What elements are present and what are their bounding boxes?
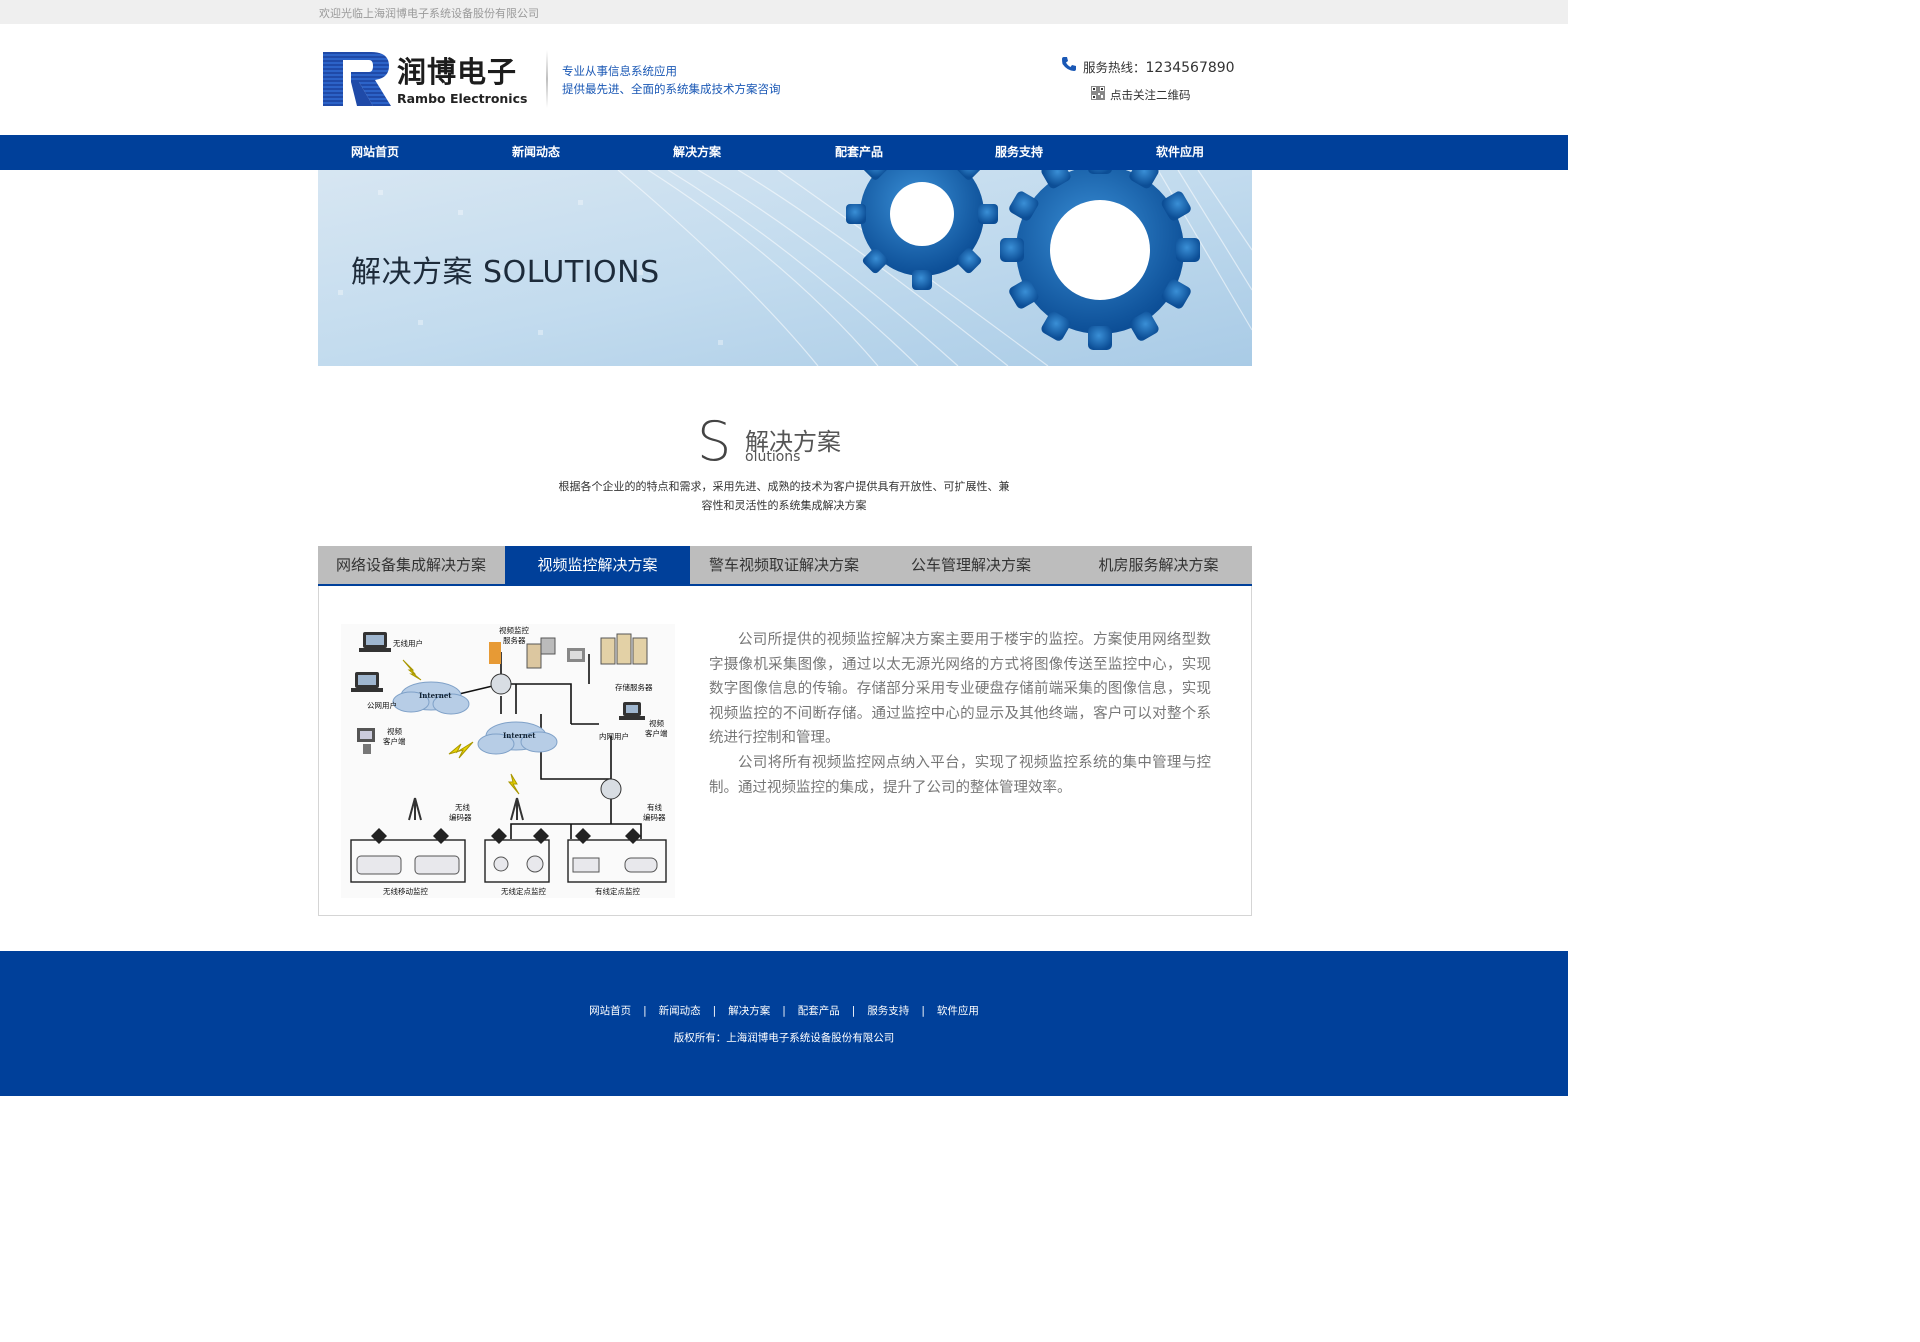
- tab-network-integration[interactable]: 网络设备集成解决方案: [318, 546, 504, 584]
- nav-item-software[interactable]: 软件应用: [1156, 135, 1204, 170]
- diagram-video-client-l1: 视频: [387, 726, 402, 736]
- footer-link-home[interactable]: 网站首页: [589, 1003, 631, 1018]
- header: 润博电子 Rambo Electronics 专业从事信息系统应用 提供最先进、…: [0, 24, 1568, 135]
- top-bar: 欢迎光临上海润博电子系统设备股份有限公司: [0, 0, 1568, 24]
- diagram-wireless-mobile: 无线移动监控: [383, 886, 428, 896]
- tab-police-car-video[interactable]: 警车视频取证解决方案: [691, 546, 877, 584]
- diagram-video-server-l2: 服务器: [503, 635, 526, 645]
- diagram-wireless-encoder-l2: 编码器: [449, 812, 472, 822]
- tab-content-panel: Internet Internet 无线用户 视频监控 服务器 存储服务器 公网…: [318, 586, 1252, 916]
- internet-label-2: Internet: [503, 731, 536, 740]
- tab-server-room[interactable]: 机房服务解决方案: [1065, 546, 1252, 584]
- welcome-text: 欢迎光临上海润博电子系统设备股份有限公司: [319, 7, 539, 20]
- header-divider: [546, 50, 548, 108]
- video-surveillance-diagram: Internet Internet 无线用户 视频监控 服务器 存储服务器 公网…: [341, 624, 675, 898]
- section-title-en: olutions: [745, 449, 801, 465]
- tab-video-surveillance[interactable]: 视频监控解决方案: [505, 546, 690, 584]
- footer-link-solutions[interactable]: 解决方案: [728, 1003, 770, 1018]
- diagram-wired-encoder-l2: 编码器: [643, 812, 666, 822]
- nav-item-solutions[interactable]: 解决方案: [673, 135, 721, 170]
- diagram-wireless-fixed: 无线定点监控: [501, 886, 546, 896]
- qr-follow-link[interactable]: 点击关注二维码: [1110, 87, 1191, 103]
- section-desc-line-2: 容性和灵活性的系统集成解决方案: [701, 499, 867, 512]
- tab-fleet-management[interactable]: 公车管理解决方案: [878, 546, 1064, 584]
- diagram-video-client-r-l2: 客户端: [645, 728, 668, 738]
- footer-separator: |: [643, 1005, 647, 1017]
- footer-link-support[interactable]: 服务支持: [867, 1003, 909, 1018]
- diagram-storage-server: 存储服务器: [615, 682, 653, 692]
- internet-label-1: Internet: [419, 691, 452, 700]
- nav-item-news[interactable]: 新闻动态: [512, 135, 560, 170]
- nav-item-support[interactable]: 服务支持: [995, 135, 1043, 170]
- footer-separator: |: [782, 1005, 786, 1017]
- footer-link-software[interactable]: 软件应用: [937, 1003, 979, 1018]
- diagram-video-client-l2: 客户端: [383, 736, 406, 746]
- hotline-label: 服务热线：: [1083, 60, 1146, 75]
- qr-code-icon[interactable]: [1091, 86, 1105, 100]
- diagram-public-user: 公网用户: [367, 700, 397, 710]
- diagram-wired-fixed: 有线定点监控: [595, 886, 640, 896]
- diagram-wired-encoder-l1: 有线: [647, 802, 662, 812]
- hotline: 服务热线：1234567890: [1083, 57, 1235, 76]
- diagram-wireless-encoder-l1: 无线: [455, 802, 470, 812]
- footer-link-products[interactable]: 配套产品: [798, 1003, 840, 1018]
- banner-title: 解决方案 SOLUTIONS: [351, 255, 660, 290]
- slogan-line-2: 提供最先进、全面的系统集成技术方案咨询: [562, 82, 781, 96]
- nav-item-products[interactable]: 配套产品: [835, 135, 883, 170]
- logo-english: Rambo Electronics: [397, 91, 528, 106]
- content-paragraph-1: 公司所提供的视频监控解决方案主要用于楼宇的监控。方案使用网络型数字摄像机采集图像…: [709, 632, 1211, 747]
- diagram-video-client-r-l1: 视频: [649, 718, 664, 728]
- page-banner: 解决方案 SOLUTIONS: [318, 170, 1252, 366]
- solution-tabs: 网络设备集成解决方案 视频监控解决方案 警车视频取证解决方案 公车管理解决方案 …: [318, 546, 1252, 586]
- slogan-line-1: 专业从事信息系统应用: [562, 64, 677, 78]
- footer-links: 网站首页 | 新闻动态 | 解决方案 | 配套产品 | 服务支持 | 软件应用: [0, 1003, 1568, 1018]
- footer: 网站首页 | 新闻动态 | 解决方案 | 配套产品 | 服务支持 | 软件应用 版权所有：上海润博电…: [0, 951, 1568, 1096]
- phone-icon: [1062, 57, 1076, 71]
- footer-separator: |: [712, 1005, 717, 1017]
- copyright-text: 版权所有：上海润博电子系统设备股份有限公司: [673, 1032, 895, 1044]
- footer-link-news[interactable]: 新闻动态: [659, 1003, 701, 1018]
- diagram-wireless-user: 无线用户: [393, 638, 423, 648]
- logo-mark-icon: [323, 52, 391, 106]
- section-desc-line-1: 根据各个企业的的特点和需求，采用先进、成熟的技术为客户提供具有开放性、可扩展性、…: [558, 480, 1010, 493]
- logo-chinese: 润博电子: [397, 55, 518, 89]
- section-letter: S: [697, 410, 732, 473]
- hotline-number[interactable]: 1234567890: [1146, 60, 1235, 76]
- site-logo[interactable]: 润博电子 Rambo Electronics: [323, 52, 545, 112]
- content-paragraph-2: 公司将所有视频监控网点纳入平台，实现了视频监控系统的集中管理与控制。通过视频监控…: [709, 755, 1211, 796]
- diagram-lan-user: 内网用户: [599, 731, 629, 741]
- footer-separator: |: [921, 1005, 925, 1017]
- section-heading: S 解决方案 olutions: [697, 410, 867, 473]
- nav-item-home[interactable]: 网站首页: [351, 135, 399, 170]
- section-description: 根据各个企业的的特点和需求，采用先进、成熟的技术为客户提供具有开放性、可扩展性、…: [544, 477, 1024, 515]
- diagram-video-server-l1: 视频监控: [499, 625, 529, 635]
- main-nav: 网站首页 新闻动态 解决方案 配套产品 服务支持 软件应用: [0, 135, 1568, 170]
- footer-separator: |: [851, 1005, 856, 1017]
